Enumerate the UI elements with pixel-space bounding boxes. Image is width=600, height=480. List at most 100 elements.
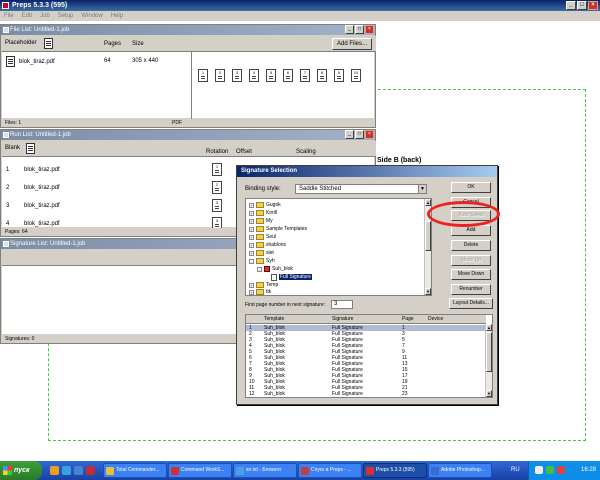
minimize-button[interactable]: _ <box>566 1 576 10</box>
quicklaunch-icon[interactable] <box>86 466 95 475</box>
folder-icon <box>256 202 264 208</box>
quicklaunch-icon[interactable] <box>50 466 59 475</box>
task-browser[interactable]: Спуск в Preps - ... <box>298 463 362 478</box>
close-button[interactable]: × <box>365 25 374 34</box>
expand-icon[interactable]: + <box>249 226 254 232</box>
placeholder-doc-icon[interactable] <box>44 38 53 49</box>
page-thumbnail[interactable]: 1 <box>198 69 208 82</box>
minimize-button[interactable]: _ <box>345 25 354 34</box>
close-button[interactable]: × <box>588 1 598 10</box>
page-thumbnail[interactable]: 7 <box>300 69 310 82</box>
column-device[interactable]: Device <box>428 315 443 324</box>
page-thumbnail[interactable]: 10 <box>351 69 361 82</box>
quicklaunch-icon[interactable] <box>74 466 83 475</box>
menu-setup[interactable]: Setup <box>58 11 74 21</box>
scroll-thumb[interactable] <box>425 221 431 251</box>
move-down-button[interactable]: Move Down <box>451 269 491 280</box>
scroll-down-icon[interactable]: ▼ <box>425 288 431 295</box>
language-indicator[interactable]: RU <box>511 461 520 480</box>
tree-item[interactable]: - Suh_blok <box>257 265 293 273</box>
menu-help[interactable]: Help <box>111 11 123 21</box>
tree-item[interactable]: + shablons <box>249 241 286 249</box>
tree-item[interactable]: + Sample Templates <box>249 225 307 233</box>
file-name: blok_tiraz.pdf <box>19 58 55 65</box>
task-total-commander[interactable]: Total Commander... <box>103 463 167 478</box>
tree-item[interactable]: + ttk <box>249 288 271 296</box>
template-tree[interactable]: + Gugok + Kirrill + My + Sample Templates + S… <box>245 198 432 296</box>
menu-window[interactable]: Window <box>81 11 102 21</box>
minimize-button[interactable]: _ <box>345 130 354 139</box>
add-files-button[interactable]: Add Files... <box>332 38 372 50</box>
blank-label: Blank <box>5 145 21 151</box>
layout-details-button[interactable]: Layout Details... <box>449 298 493 309</box>
tree-item[interactable]: + Seul <box>249 233 276 241</box>
column-page[interactable]: Page <box>402 315 414 324</box>
folder-icon <box>256 250 264 256</box>
expand-icon[interactable]: + <box>249 218 254 224</box>
table-row[interactable]: blok_tiraz.pdf <box>6 56 55 67</box>
tree-item[interactable]: + slet <box>249 249 274 257</box>
table-row[interactable]: 12 Suh_blok Full Signature 23 <box>246 391 486 397</box>
table-scrollbar[interactable]: ▲ ▼ <box>485 324 492 397</box>
page-thumbnail[interactable]: 5 <box>266 69 276 82</box>
tree-item-selected[interactable]: Full Signature <box>271 273 312 281</box>
scroll-thumb[interactable] <box>486 332 492 372</box>
page-thumbnail[interactable]: 8 <box>317 69 327 82</box>
task-photoshop[interactable]: Adobe Photoshop... <box>428 463 492 478</box>
page-thumbnail[interactable]: 4 <box>249 69 259 82</box>
delete-button[interactable]: Delete <box>451 240 491 251</box>
column-scaling[interactable]: Scaling <box>296 149 316 155</box>
page-thumbnail[interactable]: 6 <box>283 69 293 82</box>
clock[interactable]: 16:28 <box>581 461 596 480</box>
close-button[interactable]: × <box>365 130 374 139</box>
tree-item[interactable]: + My <box>249 217 273 225</box>
task-command-workstation[interactable]: Command WorkS... <box>168 463 232 478</box>
page-thumbnail[interactable]: 3 <box>232 69 242 82</box>
task-preps[interactable]: Preps 5.3.3 (595) <box>363 463 427 478</box>
binding-style-select[interactable]: Saddle Stitched ▼ <box>295 184 427 194</box>
page-thumbnail[interactable]: 2 <box>215 69 225 82</box>
start-button[interactable]: пуск <box>0 461 42 480</box>
app-title-bar: Preps 5.3.3 (595) _ □ × <box>0 0 600 11</box>
scroll-up-icon[interactable]: ▲ <box>486 324 492 331</box>
folder-icon <box>256 289 264 295</box>
column-rotation[interactable]: Rotation <box>206 149 228 155</box>
expand-icon[interactable]: + <box>249 250 254 256</box>
expand-icon[interactable]: + <box>249 234 254 240</box>
tray-icon[interactable] <box>557 466 565 474</box>
scroll-down-icon[interactable]: ▼ <box>486 390 492 397</box>
scroll-up-icon[interactable]: ▲ <box>425 199 431 206</box>
column-signature[interactable]: Signature <box>332 315 353 324</box>
expand-icon[interactable]: + <box>249 242 254 248</box>
move-up-button[interactable]: Move Up <box>451 255 491 266</box>
collapse-icon[interactable]: - <box>249 258 254 264</box>
quicklaunch-icon[interactable] <box>62 466 71 475</box>
tray-icon[interactable] <box>535 466 543 474</box>
ok-button[interactable]: OK <box>451 182 491 193</box>
column-pages[interactable]: Pages <box>104 41 121 47</box>
renumber-button[interactable]: Renumber <box>451 284 491 295</box>
menu-file[interactable]: File <box>4 11 14 21</box>
tray-icon[interactable] <box>546 466 554 474</box>
menu-bar: File Edit Job Setup Window Help <box>0 11 600 21</box>
maximize-button[interactable]: □ <box>577 1 587 10</box>
column-size[interactable]: Size <box>132 41 144 47</box>
expand-icon[interactable]: + <box>249 282 254 288</box>
expand-icon[interactable]: + <box>249 210 254 216</box>
first-page-input[interactable]: 3 <box>331 300 353 309</box>
expand-icon[interactable]: + <box>249 202 254 208</box>
menu-job[interactable]: Job <box>40 11 50 21</box>
tree-item[interactable]: + Gugok <box>249 201 281 209</box>
expand-icon[interactable]: + <box>249 289 254 295</box>
tree-item[interactable]: - Syh <box>249 257 275 265</box>
menu-edit[interactable]: Edit <box>22 11 32 21</box>
task-notepad[interactable]: sn.txt - Блокнот <box>233 463 297 478</box>
blank-page-icon[interactable] <box>26 143 35 154</box>
tree-item[interactable]: + Kirrill <box>249 209 277 217</box>
column-offset[interactable]: Offset <box>236 149 252 155</box>
page-thumbnail[interactable]: 9 <box>334 69 344 82</box>
maximize-button[interactable]: □ <box>355 25 364 34</box>
maximize-button[interactable]: □ <box>355 130 364 139</box>
column-template[interactable]: Template <box>264 315 284 324</box>
collapse-icon[interactable]: - <box>257 266 262 272</box>
